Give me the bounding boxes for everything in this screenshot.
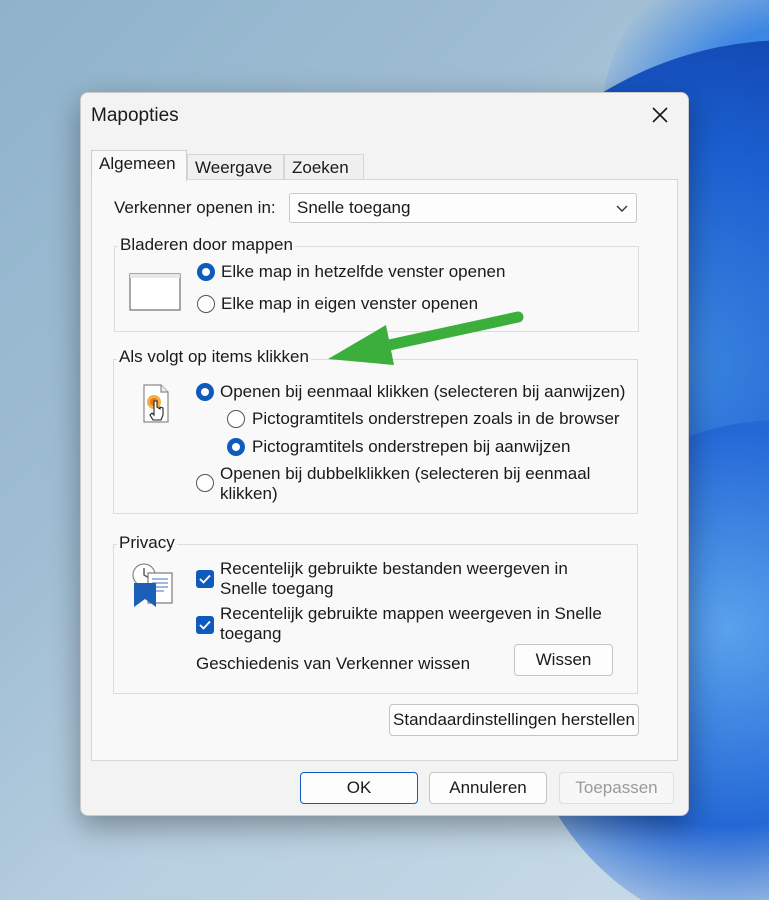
chevron-down-icon <box>616 205 628 212</box>
recent-folders-label-line2: toegang <box>220 624 282 643</box>
checkmark-icon <box>199 574 211 584</box>
underline-hover-label: Pictogramtitels onderstrepen bij aanwijz… <box>252 437 571 456</box>
click-group-label: Als volgt op items klikken <box>117 347 311 367</box>
double-click-label-line1: Openen bij dubbelklikken (selecteren bij… <box>220 464 591 483</box>
privacy-group: Privacy Recentelijk gebruikte bestanden … <box>113 533 638 694</box>
close-icon <box>652 107 668 123</box>
recent-files-label-line2: Snelle toegang <box>220 579 334 598</box>
open-in-label: Verkenner openen in: <box>114 198 276 217</box>
recent-files-label-line1: Recentelijk gebruikte bestanden weergeve… <box>220 559 568 578</box>
recent-folders-label-line1: Recentelijk gebruikte mappen weergeven i… <box>220 604 602 623</box>
open-in-value: Snelle toegang <box>297 198 411 217</box>
dialog-footer: OK Annuleren Toepassen <box>81 761 688 815</box>
title-bar: Mapopties <box>81 93 688 137</box>
apply-button[interactable]: Toepassen <box>559 772 674 804</box>
radio-same-window[interactable] <box>197 263 215 281</box>
annotation-arrow <box>328 311 524 365</box>
privacy-group-label: Privacy <box>117 533 177 553</box>
radio-underline-hover[interactable] <box>227 438 245 456</box>
double-click-label-line2: klikken) <box>220 484 278 503</box>
same-window-label: Elke map in hetzelfde venster openen <box>221 262 506 281</box>
radio-single-click[interactable] <box>196 383 214 401</box>
single-click-label: Openen bij eenmaal klikken (selecteren b… <box>220 382 626 401</box>
underline-browser-label: Pictogramtitels onderstrepen zoals in de… <box>252 409 620 428</box>
recent-files-icon <box>132 563 173 607</box>
close-button[interactable] <box>642 99 678 131</box>
ok-button[interactable]: OK <box>300 772 418 804</box>
checkbox-recent-folders[interactable] <box>196 616 214 634</box>
checkmark-icon <box>199 620 211 630</box>
checkbox-recent-files[interactable] <box>196 570 214 588</box>
window-icon <box>129 273 181 311</box>
open-in-dropdown[interactable]: Snelle toegang <box>289 193 637 223</box>
radio-own-window[interactable] <box>197 295 215 313</box>
clear-history-button[interactable]: Wissen <box>514 644 613 676</box>
tab-algemeen[interactable]: Algemeen <box>91 150 187 181</box>
folder-options-dialog: Mapopties Algemeen Weergave Zoeken Verke… <box>80 92 689 816</box>
tab-zoeken[interactable]: Zoeken <box>284 154 364 180</box>
history-label: Geschiedenis van Verkenner wissen <box>196 654 471 673</box>
dialog-title: Mapopties <box>91 105 179 126</box>
restore-defaults-button[interactable]: Standaardinstellingen herstellen <box>389 704 639 736</box>
tab-weergave[interactable]: Weergave <box>187 154 284 180</box>
radio-underline-browser[interactable] <box>227 410 245 428</box>
cancel-button[interactable]: Annuleren <box>429 772 547 804</box>
click-items-group: Als volgt op items klikken Openen bij ee… <box>113 347 638 514</box>
radio-double-click[interactable] <box>196 474 214 492</box>
browse-group-label: Bladeren door mappen <box>118 235 295 255</box>
click-hand-icon <box>143 384 169 423</box>
